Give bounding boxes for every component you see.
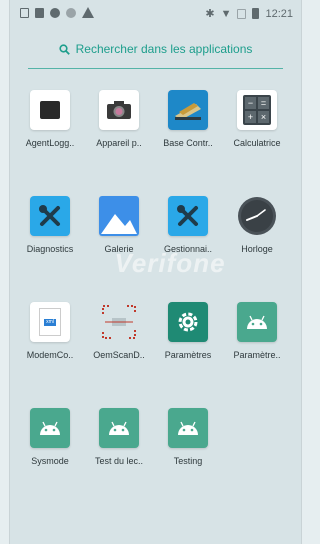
gallery-icon (99, 196, 139, 236)
android-icon (99, 408, 139, 448)
info-icon (50, 7, 60, 18)
search-bar[interactable]: Rechercher dans les applications (28, 36, 283, 62)
app-oem-scan[interactable]: OemScanD.. (84, 302, 154, 360)
app-appareil-photo[interactable]: Appareil p.. (84, 90, 154, 148)
android-icon (30, 408, 70, 448)
app-modem-config[interactable]: xml ModemCo.. (15, 302, 85, 360)
app-label: ModemCo.. (26, 350, 74, 360)
agentlog-icon (30, 90, 70, 130)
clock-time: 12:21 (265, 7, 293, 20)
app-horloge[interactable]: Horloge (222, 196, 292, 254)
app-sysmode[interactable]: Sysmode (15, 408, 85, 466)
app-label: OemScanD.. (93, 350, 145, 360)
app-label: Paramètres (164, 350, 212, 360)
search-icon (59, 43, 70, 55)
gear-icon (168, 302, 208, 342)
message-icon (35, 7, 44, 18)
app-base-control[interactable]: Base Contr.. (153, 90, 223, 148)
app-parametres-2[interactable]: Paramètre.. (222, 302, 292, 360)
app-agentlogger[interactable]: AgentLogg.. (15, 90, 85, 148)
app-label: Sysmode (31, 456, 69, 466)
battery-icon (252, 8, 260, 19)
app-parametres[interactable]: Paramètres (153, 302, 223, 360)
camera-icon (99, 90, 139, 130)
app-label: Paramètre.. (233, 350, 281, 360)
app-drawer: ✱ ▼ 12:21 Rechercher dans les applicatio… (9, 0, 302, 544)
calculator-icon: − = + × (237, 90, 277, 130)
app-galerie[interactable]: Galerie (84, 196, 154, 254)
base-control-icon (168, 90, 208, 130)
watermark-logo: Verifone (114, 248, 226, 278)
warning-icon (82, 7, 94, 18)
app-label: Base Contr.. (163, 138, 213, 148)
app-diagnostics[interactable]: Diagnostics (15, 196, 85, 254)
app-gestionnaire[interactable]: Gestionnai.. (153, 196, 223, 254)
wifi-icon: ▼ (220, 7, 232, 20)
app-label: AgentLogg.. (25, 138, 75, 148)
app-testing[interactable]: Testing (153, 408, 223, 466)
modem-icon: xml (30, 302, 70, 342)
system-icons: ✱ ▼ 12:21 (205, 7, 293, 21)
sim-icon (20, 7, 29, 18)
app-calculatrice[interactable]: − = + × Calculatrice (222, 90, 292, 148)
android-icon (237, 302, 277, 342)
search-underline (28, 68, 283, 69)
app-label: Testing (173, 456, 203, 466)
app-label: Appareil p.. (96, 138, 142, 148)
status-bar: ✱ ▼ 12:21 (10, 0, 301, 28)
search-placeholder: Rechercher dans les applications (75, 42, 253, 56)
app-label: Test du lec.. (94, 456, 144, 466)
signal-icon (237, 8, 247, 19)
scan-icon (99, 302, 139, 342)
notification-icons (20, 7, 94, 18)
bluetooth-icon: ✱ (205, 8, 215, 20)
dot-icon (66, 7, 76, 18)
clock-icon (237, 196, 277, 236)
android-icon (168, 408, 208, 448)
app-test-du-lecteur[interactable]: Test du lec.. (84, 408, 154, 466)
app-label: Calculatrice (233, 138, 281, 148)
tools-icon (30, 196, 70, 236)
tools-icon (168, 196, 208, 236)
